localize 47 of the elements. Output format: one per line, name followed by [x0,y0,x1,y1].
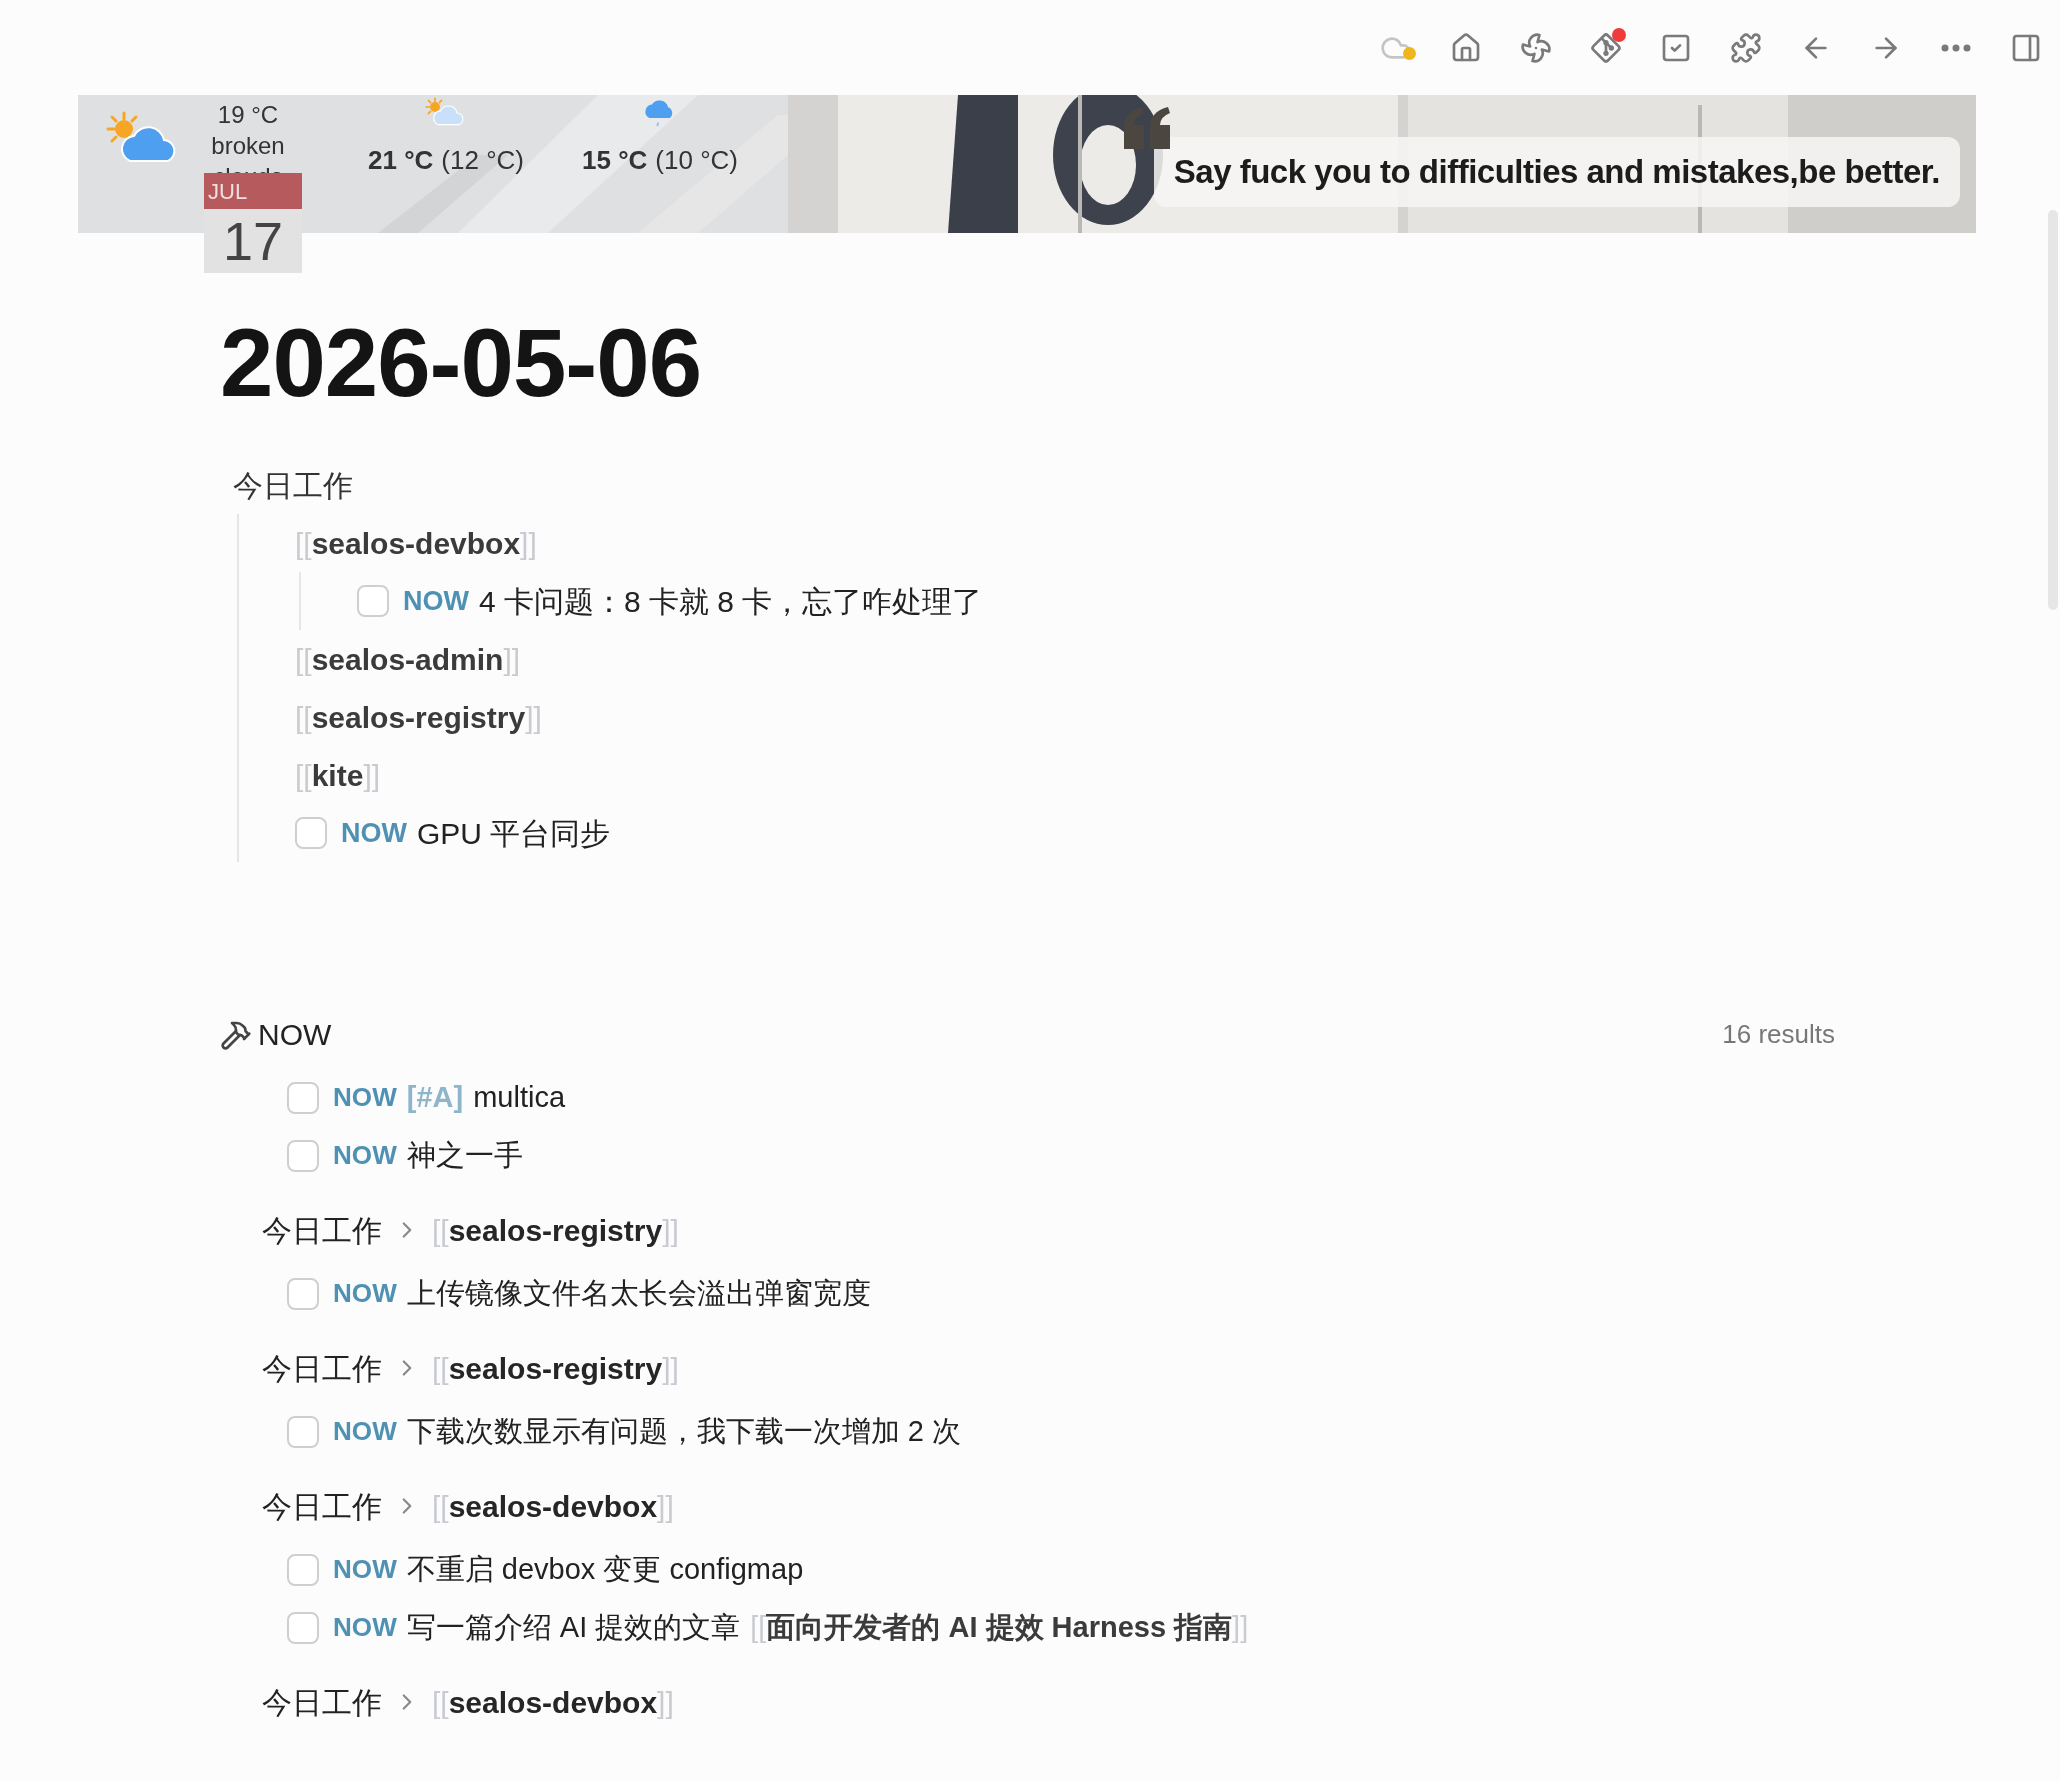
breadcrumb-item[interactable]: 今日工作 [262,1207,382,1253]
task-text: 神之一手 [406,1138,523,1174]
quote-icon [1121,105,1172,149]
result-count: 16 results [1722,1018,1835,1051]
git-icon [1590,31,1622,64]
task-checkbox[interactable] [287,1554,319,1586]
fan-icon [1520,31,1552,64]
page-link[interactable]: [[sealos-registry]] [432,1345,679,1391]
quote-text: Say fuck you to difficulties and mistakes,be better. [1173,153,1940,190]
forecast-high: 15 °C [582,144,648,177]
task-checkbox[interactable] [295,817,327,849]
task-text: multica [473,1080,566,1116]
task-checkbox[interactable] [287,1612,319,1644]
forecast-high: 21 °C [368,144,434,177]
page-link[interactable]: [[sealos-admin]] [295,636,521,682]
page-link[interactable]: [[sealos-devbox]] [432,1679,674,1725]
task-text: GPU 平台同步 [417,815,611,852]
task-text: 4 卡问题：8 卡就 8 卡，忘了咋处理了 [479,583,983,620]
page-link[interactable]: [[sealos-registry]] [295,694,542,740]
breadcrumb-item[interactable]: 今日工作 [262,1483,382,1529]
page-link[interactable]: [[sealos-devbox]] [432,1483,674,1529]
task-text: 上传镜像文件名太长会溢出弹窗宽度 [406,1276,871,1312]
calendar-month: JUL [208,177,248,206]
page-link[interactable]: [[面向开发者的 AI 提效 Harness 指南]] [750,1611,1249,1644]
more-icon [1941,43,1971,52]
forecast-low: (10 °C) [655,144,738,177]
page-link[interactable]: [[kite]] [295,752,381,798]
task-checkbox[interactable] [357,585,389,617]
task-checkbox[interactable] [287,1082,319,1114]
page-link[interactable]: [[sealos-registry]] [432,1207,679,1253]
task-checkbox[interactable] [287,1278,319,1310]
weather-temperature: 19 °C [217,100,279,130]
task-text: 不重启 devbox 变更 configmap [406,1552,804,1588]
home-icon [1450,31,1482,64]
page-link[interactable]: [[sealos-devbox]] [295,520,537,566]
block-text: 今日工作 [233,467,353,504]
task-text: 下载次数显示有问题，我下载一次增加 2 次 [406,1414,962,1450]
task-text: 写一篇介绍 AI 提效的文章 [406,1610,741,1646]
task-checkbox[interactable] [287,1416,319,1448]
task-checkbox[interactable] [287,1140,319,1172]
calendar-day: 17 [222,214,284,268]
puzzle-icon [1730,31,1762,64]
page-title: 2026-05-06 [220,315,703,411]
breadcrumb-item[interactable]: 今日工作 [262,1679,382,1725]
breadcrumb-item[interactable]: 今日工作 [262,1345,382,1391]
query-title: NOW [258,1017,332,1053]
forecast-low: (12 °C) [441,144,524,177]
